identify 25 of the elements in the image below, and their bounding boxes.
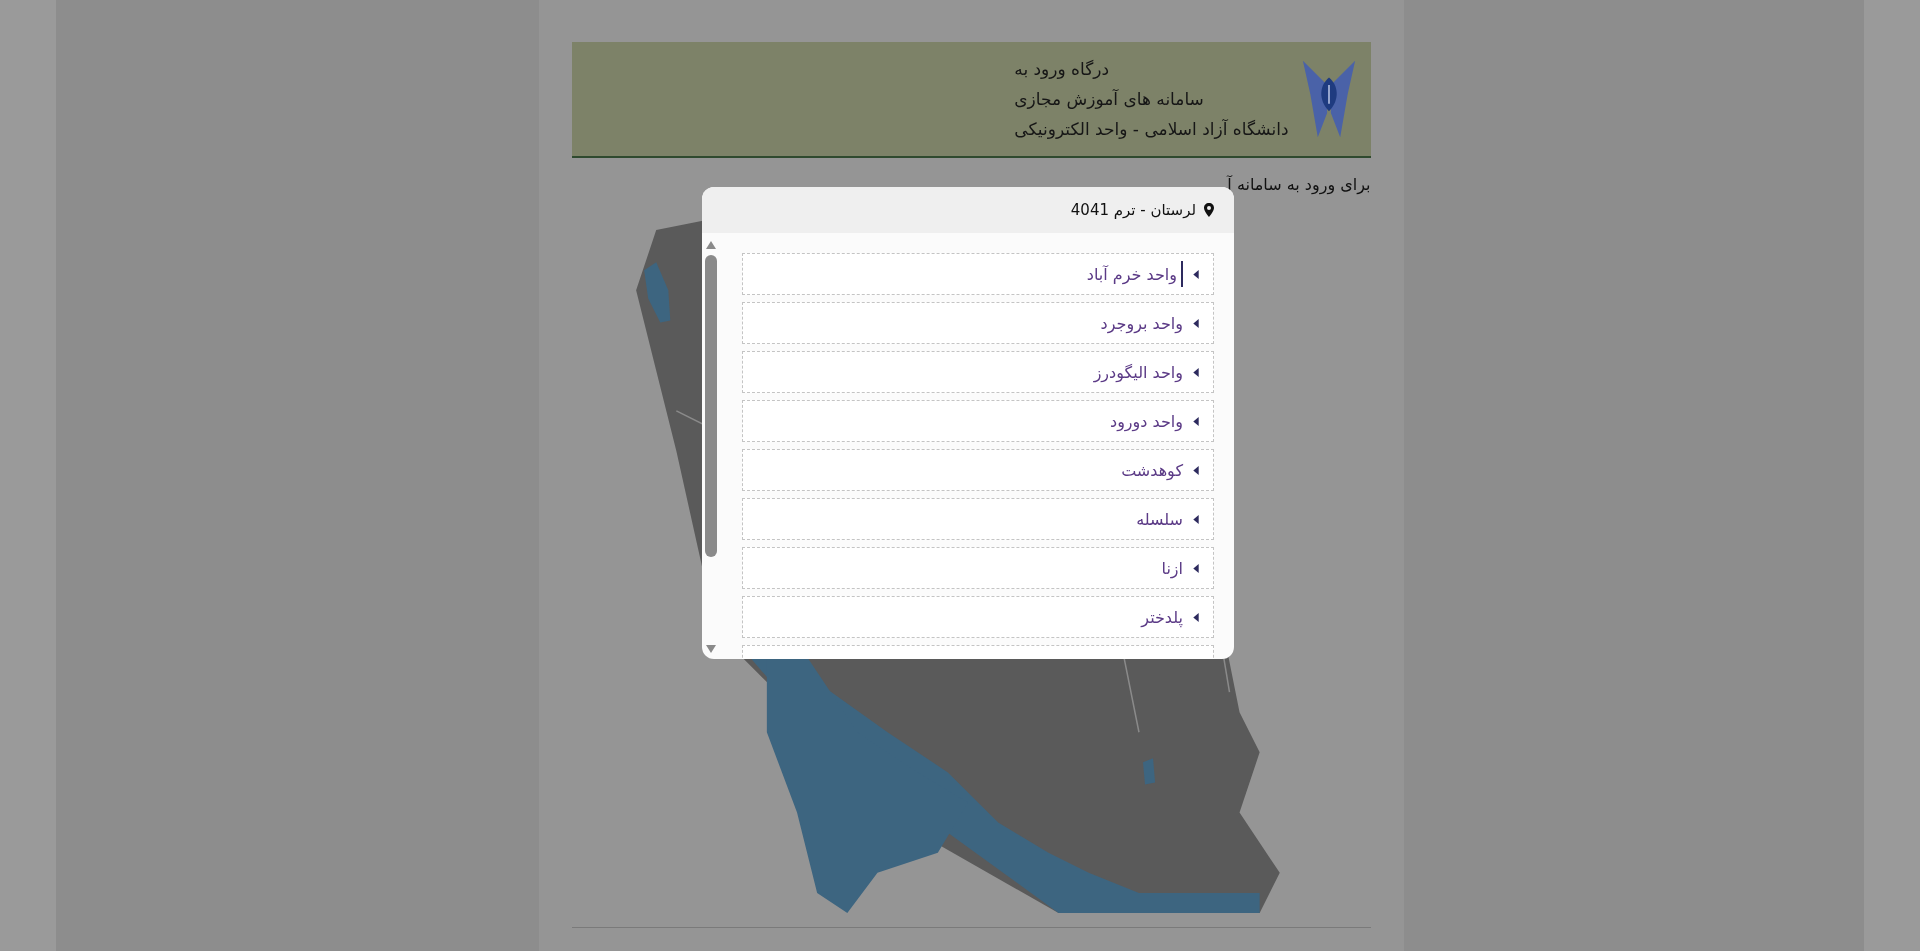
caret-icon (1193, 269, 1199, 279)
scroll-up-icon[interactable] (706, 241, 716, 249)
list-item[interactable]: واحد بروجرد (742, 302, 1214, 344)
header-text: درگاه ورود به (1014, 58, 1110, 81)
list-item[interactable]: ازنا (742, 547, 1214, 589)
caret-icon (1193, 367, 1199, 377)
header-text: سامانه های آموزش مجازی (1014, 88, 1204, 111)
list-item[interactable]: سلسله (742, 498, 1214, 540)
header-text: دانشگاه آزاد اسلامی - واحد الکترونیکی (1014, 118, 1289, 141)
caret-icon (1193, 465, 1199, 475)
scroll-down-icon[interactable] (706, 645, 716, 653)
list-item[interactable]: واحد خرم آباد (742, 253, 1214, 295)
dialog-title: لرستان - ترم 4041 (1070, 201, 1196, 219)
caret-icon (1193, 514, 1199, 524)
intro-text: برای ورود به سامانه آ (1227, 174, 1371, 194)
caret-icon (1193, 612, 1199, 622)
list-item[interactable]: واحد الیگودرز (742, 351, 1214, 393)
caret-icon (1193, 318, 1199, 328)
map-pin-icon (1204, 203, 1214, 217)
list-item[interactable]: پلدختر (742, 596, 1214, 638)
list-item[interactable]: واحد دورود (742, 400, 1214, 442)
scroll-thumb[interactable] (705, 255, 717, 557)
caret-icon (1193, 416, 1199, 426)
caret-icon (1193, 563, 1199, 573)
list-item[interactable]: کوهدشت (742, 449, 1214, 491)
